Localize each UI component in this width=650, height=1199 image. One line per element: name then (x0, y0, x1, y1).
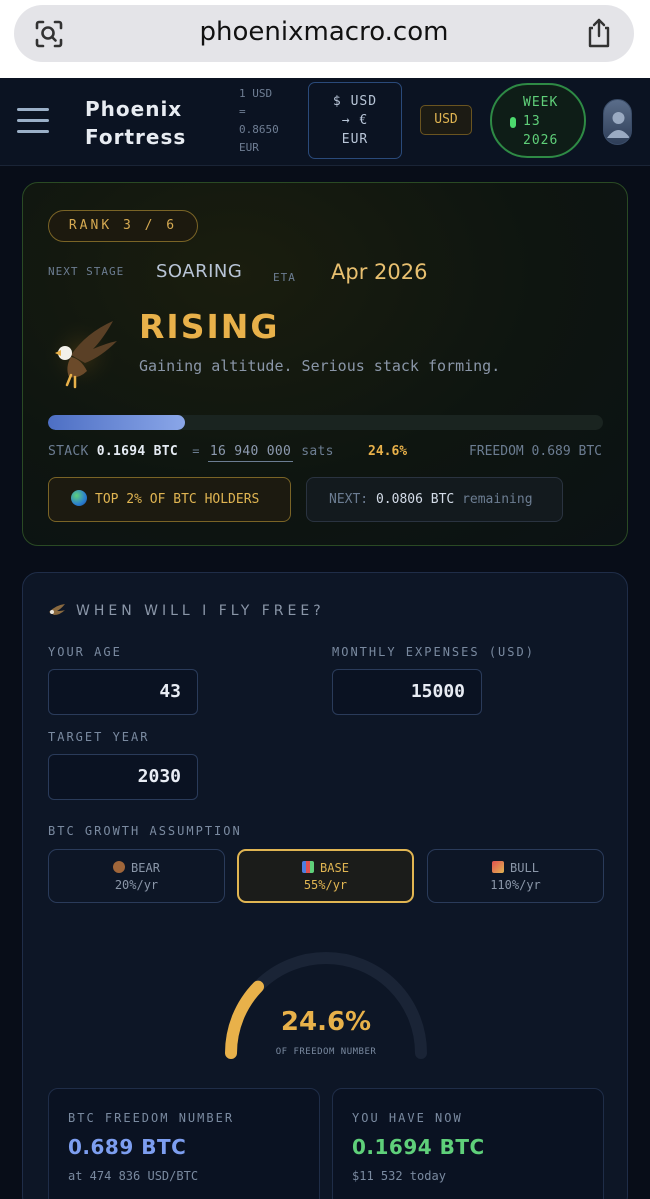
freedom-number-value: 0.689 BTC (68, 1135, 187, 1159)
sats-value[interactable]: 16 940 000 (207, 444, 294, 462)
freedom-number-box: BTC FREEDOM NUMBER 0.689 BTC at 474 836 … (48, 1088, 320, 1199)
browser-bar: phoenixmacro.com (0, 0, 650, 78)
url-text[interactable]: phoenixmacro.com (14, 17, 634, 47)
you-have-label: YOU HAVE NOW (352, 1111, 463, 1125)
equals-sign: = (192, 444, 200, 458)
you-have-value: 0.1694 BTC (352, 1135, 485, 1159)
exchange-rate: 1 USD = 0.8650 EUR (239, 85, 289, 157)
rank-badge: RANK 3 / 6 (48, 210, 198, 242)
brand-line-1: Phoenix (85, 97, 183, 121)
stage-progress-fill (48, 415, 185, 430)
currency-button[interactable]: USD (420, 105, 472, 135)
status-dot-icon (510, 117, 516, 128)
top-holders-text: TOP 2% OF BTC HOLDERS (95, 492, 260, 507)
app-header: Phoenix Fortress 1 USD = 0.8650 EUR $ US… (0, 78, 650, 166)
growth-label: BTC GROWTH ASSUMPTION (48, 824, 242, 838)
calculator-title: WHEN WILL I FLY FREE? (48, 603, 325, 619)
stack-value: 0.1694 BTC (96, 444, 179, 459)
freedom-number-label: BTC FREEDOM NUMBER (68, 1111, 235, 1125)
next-value: 0.0806 BTC (375, 492, 455, 507)
sats-unit: sats (301, 444, 334, 459)
expenses-label: MONTHLY EXPENSES (USD) (332, 645, 535, 659)
brand-line-2: Fortress (85, 125, 187, 149)
scenario-name: BASE (320, 861, 349, 875)
age-label: YOUR AGE (48, 645, 122, 659)
you-have-sub: $11 532 today (352, 1169, 446, 1183)
stage-progress-bar (48, 415, 603, 430)
currency-convert-button[interactable]: $ USD → € EUR (308, 82, 402, 159)
scenario-name: BEAR (131, 861, 160, 875)
target-year-input[interactable]: 2030 (48, 754, 198, 800)
age-input[interactable]: 43 (48, 669, 198, 715)
convert-line: $ USD (332, 94, 378, 109)
chart-icon (302, 861, 315, 873)
stack-label: STACK (48, 444, 89, 459)
share-icon[interactable] (584, 17, 614, 49)
rate-line: EUR (239, 141, 259, 154)
top-holders-badge: TOP 2% OF BTC HOLDERS (48, 477, 291, 522)
freedom-number-sub: at 474 836 USD/BTC (68, 1169, 199, 1183)
week-label: WEEK (523, 95, 559, 110)
next-stage-value: SOARING (156, 261, 243, 282)
week-year: 2026 (523, 133, 559, 148)
menu-icon[interactable] (17, 108, 49, 134)
week-badge: WEEK 13 2026 (490, 83, 586, 158)
stage-description: Gaining altitude. Serious stack forming. (139, 357, 501, 375)
scenario-base-button[interactable]: BASE 55%/yr (237, 849, 414, 903)
rate-line: 1 USD (239, 87, 273, 100)
freedom-gauge (225, 952, 427, 1059)
rocket-icon (492, 861, 505, 873)
stack-row: STACK 0.1694 BTC = 16 940 000 sats (48, 444, 334, 462)
rank-card: RANK 3 / 6 NEXT STAGE SOARING ETA Apr 20… (22, 182, 628, 546)
you-have-box: YOU HAVE NOW 0.1694 BTC $11 532 today (332, 1088, 604, 1199)
next-label: NEXT: (329, 492, 369, 507)
stage-name: RISING (139, 307, 280, 346)
scenario-rate: 110%/yr (490, 878, 541, 892)
progress-percent: 24.6% (368, 444, 408, 459)
rate-line: 0.8650 (239, 123, 279, 136)
convert-line: EUR (341, 132, 369, 147)
convert-line: → € (341, 113, 369, 128)
scenario-name: BULL (510, 861, 539, 875)
eagle-icon (41, 315, 121, 395)
scenario-bear-button[interactable]: BEAR 20%/yr (48, 849, 225, 903)
next-suffix: remaining (462, 492, 533, 507)
eta-value: Apr 2026 (331, 260, 428, 284)
user-icon[interactable] (603, 99, 632, 145)
gauge-percent: 24.6% (280, 1007, 372, 1037)
freedom-target: FREEDOM 0.689 BTC (468, 444, 602, 459)
next-stage-label: NEXT STAGE (48, 265, 125, 278)
globe-icon (71, 490, 87, 506)
gauge-label: OF FREEDOM NUMBER (275, 1047, 377, 1057)
scenario-rate: 20%/yr (114, 878, 159, 892)
scenario-rate: 55%/yr (303, 878, 348, 892)
bear-icon (113, 861, 126, 873)
gauge-fill (225, 952, 427, 1059)
brand-logo[interactable]: Phoenix Fortress (85, 95, 186, 151)
eagle-icon (49, 604, 65, 615)
calculator-title-text: WHEN WILL I FLY FREE? (76, 603, 325, 619)
rate-line: = (239, 105, 246, 118)
target-year-label: TARGET YEAR (48, 730, 150, 744)
eta-label: ETA (273, 271, 296, 284)
week-number: 13 (523, 114, 541, 129)
freedom-calculator-card: WHEN WILL I FLY FREE? YOUR AGE 43 MONTHL… (22, 572, 628, 1199)
next-remaining-badge: NEXT: 0.0806 BTC remaining (306, 477, 563, 522)
scenario-bull-button[interactable]: BULL 110%/yr (427, 849, 604, 903)
url-bar[interactable]: phoenixmacro.com (14, 5, 634, 62)
expenses-input[interactable]: 15000 (332, 669, 482, 715)
